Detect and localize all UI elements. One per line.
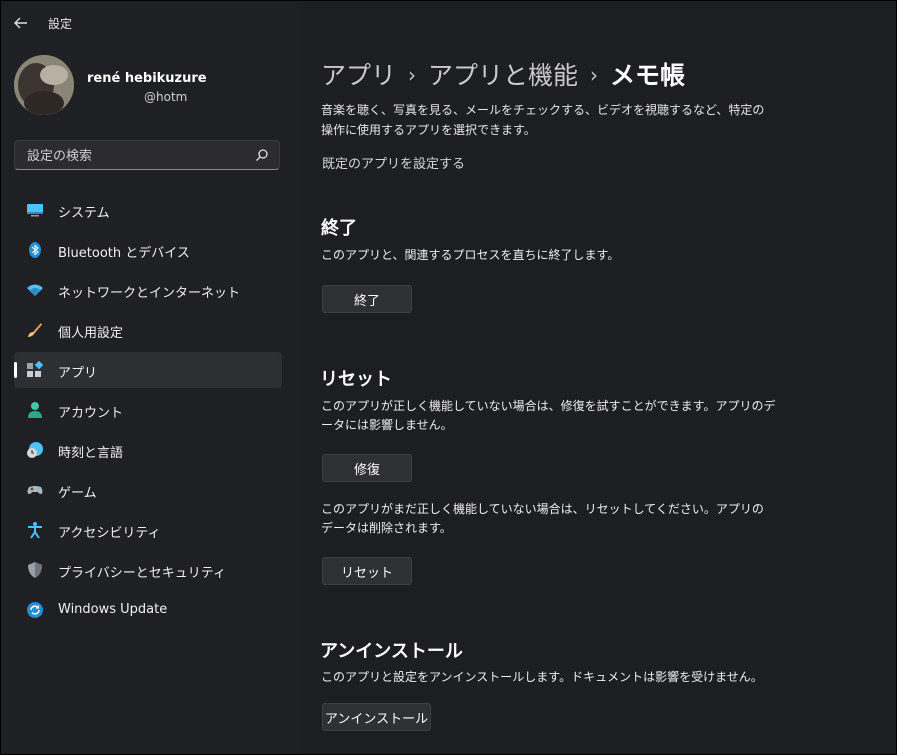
bluetooth-icon — [29, 242, 41, 258]
time-language-icon — [27, 442, 43, 458]
gamepad-icon — [27, 486, 43, 494]
sidebar-item-label: ネットワークとインターネット — [58, 286, 241, 301]
terminate-description: このアプリと、関連するプロセスを直ちに終了します。 — [321, 248, 620, 262]
sidebar-item-accounts[interactable]: アカウント — [14, 392, 282, 428]
sidebar-item-label: Bluetooth とデバイス — [58, 246, 190, 261]
breadcrumb-apps-features[interactable]: アプリと機能 — [428, 61, 578, 90]
network-icon — [27, 284, 43, 296]
sidebar-item-label: アカウント — [58, 406, 124, 421]
sidebar-item-network[interactable]: ネットワークとインターネット — [14, 272, 282, 308]
breadcrumb-current: メモ帳 — [610, 61, 686, 90]
accessibility-icon — [28, 522, 42, 539]
sidebar-item-privacy-security[interactable]: プライバシーとセキュリティ — [14, 552, 282, 588]
default-apps-link[interactable]: 既定のアプリを設定する — [322, 153, 465, 172]
shield-icon — [28, 562, 42, 578]
breadcrumb-separator: › — [590, 63, 599, 87]
reset-description: このアプリがまだ正しく機能していない場合は、リセットしてください。アプリのデータ… — [321, 502, 764, 535]
search-icon[interactable] — [255, 148, 269, 162]
sidebar-item-label: アクセシビリティ — [58, 526, 161, 541]
search-input[interactable] — [25, 145, 249, 167]
title-bar: 設定 — [0, 0, 897, 44]
paintbrush-icon — [28, 323, 42, 337]
repair-description: このアプリが正しく機能していない場合は、修復を試すことができます。アプリのデータ… — [321, 399, 776, 432]
sidebar-item-label: システム — [58, 206, 110, 221]
apps-icon — [27, 361, 44, 377]
uninstall-title: アンインストール — [320, 641, 463, 662]
user-email: @hotma — [144, 90, 188, 104]
breadcrumb-separator: › — [408, 63, 417, 87]
sidebar-nav: システム Bluetooth とデバイス ネットワークとインターネット 個人用設… — [14, 192, 282, 632]
sidebar-item-apps[interactable]: アプリ — [14, 352, 282, 388]
windows-update-icon — [27, 602, 43, 618]
sidebar-item-system[interactable]: システム — [14, 192, 282, 228]
selection-indicator — [14, 362, 17, 378]
sidebar-item-label: ゲーム — [58, 486, 97, 501]
back-button[interactable] — [10, 12, 32, 34]
terminate-title: 終了 — [321, 218, 357, 239]
account-icon — [28, 402, 42, 418]
back-arrow-icon — [14, 17, 27, 29]
user-name: rené hebikuzure — [87, 71, 207, 86]
avatar[interactable] — [14, 55, 74, 115]
uninstall-button[interactable]: アンインストール — [322, 703, 431, 731]
window-title: 設定 — [48, 17, 73, 31]
reset-title: リセット — [320, 369, 392, 390]
sidebar-item-time-language[interactable]: 時刻と言語 — [14, 432, 282, 468]
sidebar-item-bluetooth[interactable]: Bluetooth とデバイス — [14, 232, 282, 268]
sidebar-item-accessibility[interactable]: アクセシビリティ — [14, 512, 282, 548]
sidebar-item-gaming[interactable]: ゲーム — [14, 472, 282, 508]
sidebar-item-label: 時刻と言語 — [58, 446, 124, 461]
breadcrumb-apps[interactable]: アプリ — [321, 61, 396, 90]
sidebar-item-label: アプリ — [58, 366, 98, 381]
sidebar-item-label: プライバシーとセキュリティ — [58, 566, 226, 581]
repair-button[interactable]: 修復 — [322, 454, 412, 482]
default-apps-description: 音楽を聴く、写真を見る、メールをチェックする、ビデオを視聴するなど、特定の操作に… — [321, 103, 765, 137]
system-icon — [27, 204, 43, 217]
settings-search-box[interactable] — [14, 140, 280, 170]
sidebar-item-label: Windows Update — [58, 602, 168, 617]
reset-button[interactable]: リセット — [322, 557, 412, 585]
sidebar-item-windows-update[interactable]: Windows Update — [14, 592, 282, 628]
sidebar-item-label: 個人用設定 — [58, 326, 124, 341]
terminate-button[interactable]: 終了 — [322, 285, 412, 313]
sidebar-item-personalization[interactable]: 個人用設定 — [14, 312, 282, 348]
uninstall-description: このアプリと設定をアンインストールします。ドキュメントは影響を受けません。 — [321, 670, 763, 684]
breadcrumb: アプリ › アプリと機能 › メモ帳 — [321, 56, 685, 92]
